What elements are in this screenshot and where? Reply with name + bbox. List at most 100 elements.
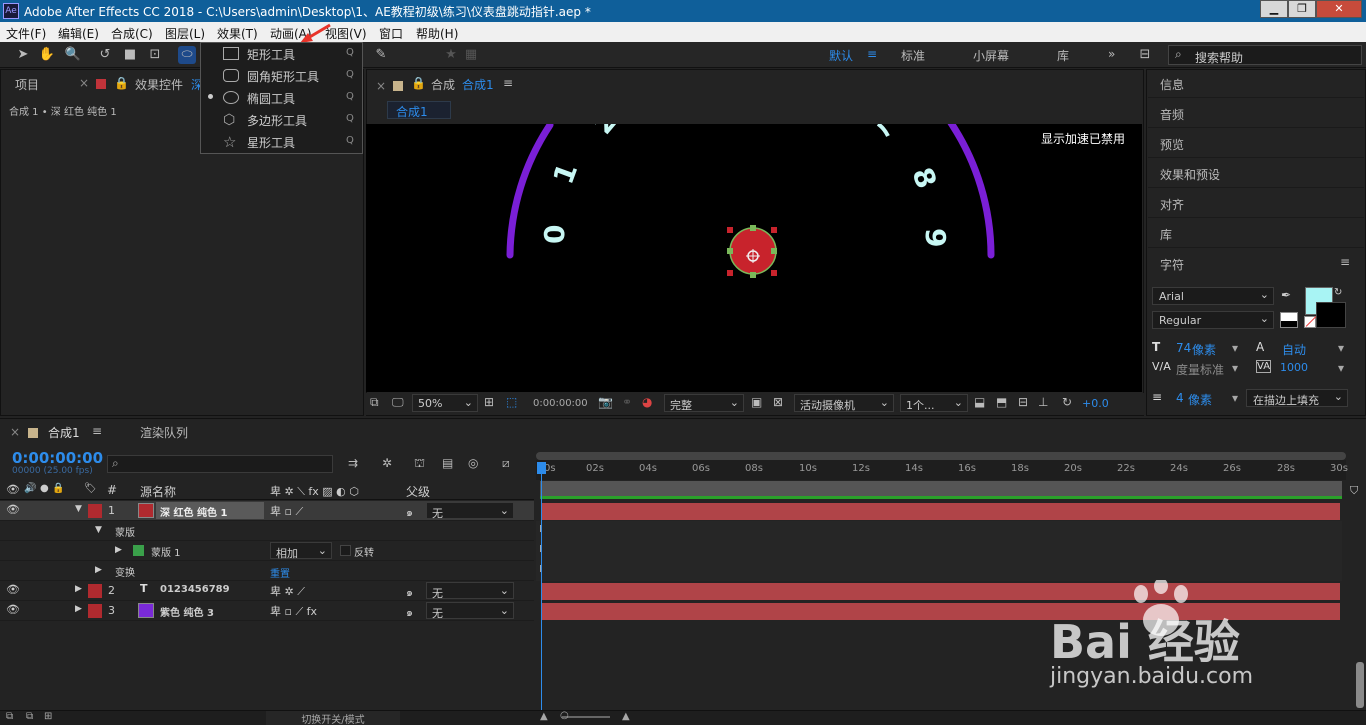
monitor-icon[interactable]: 🖵 <box>392 395 404 410</box>
mask-1-color[interactable] <box>133 545 144 556</box>
layer-3-switches-icon[interactable]: 卑 ▫ ⟋ fx <box>270 603 317 619</box>
transparency-grid-icon[interactable]: ⊠ <box>773 395 783 409</box>
color-channels-icon[interactable]: ◕ <box>642 395 652 409</box>
tab-effect-controls[interactable]: 效果控件 <box>135 76 183 93</box>
layer-row-3[interactable]: 👁 ▶ 3 紫色 纯色 3 卑 ▫ ⟋ fx ๑ 无 ⌄ <box>0 601 534 621</box>
always-preview-icon[interactable]: ⧉ <box>370 395 379 410</box>
fast-preview-icon[interactable]: ⬒ <box>996 395 1007 409</box>
tab-composition[interactable]: 合成 <box>431 76 455 93</box>
close-button[interactable]: ✕ <box>1316 0 1362 18</box>
layer-2-switches-icon[interactable]: 卑 ✲ ⟋ <box>270 583 305 599</box>
comp-breadcrumb[interactable]: 合成1 <box>387 101 451 119</box>
mask-1-row[interactable]: ▶ 蒙版 1 相加 ⌄ 反转 <box>0 541 534 561</box>
close-timeline-tab-icon[interactable]: × <box>10 425 20 439</box>
layer-3-parent-dropdown[interactable]: 无 ⌄ <box>426 602 514 620</box>
layer-1-pickwhip-icon[interactable]: ๑ <box>406 503 413 521</box>
layer-3-visibility-icon[interactable]: 👁 <box>6 603 20 616</box>
region-of-interest-icon[interactable]: ▣ <box>751 395 762 409</box>
in-out-toggle-icon[interactable]: ⊞ <box>44 711 52 722</box>
font-family-dropdown[interactable]: Arial ⌄ <box>1152 287 1274 305</box>
tab-timeline-comp[interactable]: 合成1 <box>48 424 80 441</box>
hand-tool-icon[interactable]: ✋ <box>38 46 56 64</box>
playhead-handle[interactable] <box>537 462 546 474</box>
layer-2-expand-icon[interactable]: ▶ <box>75 584 82 594</box>
timeline-search-input[interactable]: ⌕ <box>107 455 333 473</box>
transform-row[interactable]: ▶ 变换 重置 <box>0 561 534 581</box>
panel-effects-presets[interactable]: 效果和预设 <box>1148 160 1364 188</box>
zoom-dropdown[interactable]: 50% ⌄ <box>412 394 478 412</box>
rotate-tool-icon[interactable]: ↺ <box>96 46 114 64</box>
eyedropper-icon[interactable]: ✒ <box>1281 288 1291 302</box>
comp-duration-bar[interactable] <box>540 481 1342 497</box>
tab-composition-name[interactable]: 合成1 <box>462 76 494 93</box>
zoom-in-icon[interactable]: ▲ <box>622 711 630 722</box>
mask-mode-dropdown[interactable]: 相加 ⌄ <box>270 542 332 560</box>
panel-character-header[interactable]: 字符 ≡ <box>1148 250 1364 278</box>
font-style-dropdown[interactable]: Regular ⌄ <box>1152 311 1274 329</box>
camera-tool-icon[interactable]: ■ <box>121 46 139 64</box>
layer-3-pickwhip-icon[interactable]: ๑ <box>406 603 413 621</box>
timeline-menu-icon[interactable]: ≡ <box>92 424 102 438</box>
comp-mini-flowchart-icon[interactable]: ⇉ <box>348 456 358 470</box>
timeline-nav-icon[interactable]: ⛉ <box>1350 484 1358 498</box>
layer-1-collapse-icon[interactable]: ▼ <box>75 504 82 514</box>
star-snap-icon[interactable]: ★ <box>442 46 460 64</box>
grid-toggle-icon[interactable]: ⊞ <box>484 395 494 409</box>
close-tab-icon[interactable]: × <box>79 76 89 90</box>
menu-edit[interactable]: 编辑(E) <box>58 25 99 42</box>
zoom-out-icon[interactable]: ▲ <box>540 711 548 722</box>
pin-tool-icon[interactable]: ✎ <box>372 46 390 64</box>
menu-effect[interactable]: 效果(T) <box>217 25 258 42</box>
viewer-timecode[interactable]: 0:00:00:00 <box>533 398 588 409</box>
show-snapshot-icon[interactable]: ⚭ <box>622 395 632 409</box>
transform-expand-icon[interactable]: ▶ <box>95 565 102 575</box>
layer-2-pickwhip-icon[interactable]: ๑ <box>406 583 413 601</box>
work-area-bar[interactable] <box>536 452 1346 460</box>
menu-item-polygon-tool[interactable]: ⬡ 多边形工具 Q <box>201 109 362 131</box>
menu-window[interactable]: 窗口 <box>379 25 403 42</box>
layer-row-2[interactable]: 👁 ▶ 2 T 0123456789 卑 ✲ ⟋ ๑ 无 ⌄ <box>0 581 534 601</box>
graph-editor-icon[interactable]: ⧄ <box>502 456 510 471</box>
tracking-value[interactable]: 1000 <box>1280 361 1308 374</box>
toggle-switches-modes-button[interactable]: 切换开关/模式 <box>266 711 400 725</box>
mask-visibility-icon[interactable]: ⬚ <box>506 395 517 409</box>
source-name-column[interactable]: 源名称 <box>140 483 176 500</box>
timeline-zoom-slider[interactable] <box>562 716 610 718</box>
motion-blur-icon[interactable]: ◎ <box>468 456 478 470</box>
mask-group-row[interactable]: ▼ 蒙版 <box>0 521 534 541</box>
stroke-width-value[interactable]: 4 <box>1176 391 1184 405</box>
layer-1-name-box[interactable]: 深 红色 纯色 1 <box>156 502 264 519</box>
sync-settings-icon[interactable]: ⊟ <box>1136 46 1154 64</box>
toggle-pixel-aspect-icon[interactable]: ⬓ <box>974 395 985 409</box>
layer-1-visibility-icon[interactable]: 👁 <box>6 503 20 516</box>
zoom-slider-thumb-icon[interactable]: ○ <box>560 710 569 721</box>
font-size-value[interactable]: 74 <box>1176 341 1191 355</box>
layer-1-track-bar[interactable] <box>542 503 1340 520</box>
panel-info[interactable]: 信息 <box>1148 70 1364 98</box>
zoom-tool-icon[interactable]: 🔍 <box>64 46 82 64</box>
pan-behind-tool-icon[interactable]: ⊡ <box>146 46 164 64</box>
layer-1-label-color[interactable] <box>88 504 102 518</box>
workspace-small-screen[interactable]: 小屏幕 <box>973 47 1009 64</box>
layer-row-1[interactable]: 👁 ▼ 1 深 红色 纯色 1 卑 ▫ ⟋ ๑ 无 ⌄ <box>0 501 534 521</box>
kerning-value[interactable]: 度量标准 <box>1176 361 1224 378</box>
transfer-controls-toggle-icon[interactable]: ⧉ <box>26 711 33 722</box>
workspace-standard[interactable]: 标准 <box>901 47 925 64</box>
comp-lock-icon[interactable]: 🔒 <box>411 76 426 90</box>
layer-3-expand-icon[interactable]: ▶ <box>75 604 82 614</box>
menu-layer[interactable]: 图层(L) <box>165 25 205 42</box>
mask-1-name[interactable]: 蒙版 1 <box>151 544 181 559</box>
views-dropdown[interactable]: 1个... ⌄ <box>900 394 968 412</box>
layer-3-name[interactable]: 紫色 纯色 3 <box>160 604 214 619</box>
workspace-menu-icon[interactable]: ≡ <box>867 47 877 61</box>
mask-group-collapse-icon[interactable]: ▼ <box>95 525 102 535</box>
timeline-icon[interactable]: ⊟ <box>1018 395 1028 409</box>
layer-3-label-color[interactable] <box>88 604 102 618</box>
workspace-library[interactable]: 库 <box>1057 47 1069 64</box>
draft-3d-icon[interactable]: ✲ <box>382 456 392 470</box>
minimize-button[interactable]: ▁ <box>1260 0 1288 18</box>
close-comp-tab-icon[interactable]: × <box>376 79 386 93</box>
lock-icon[interactable]: 🔒 <box>114 76 129 90</box>
panel-audio[interactable]: 音频 <box>1148 100 1364 128</box>
snap-grid-icon[interactable]: ▦ <box>462 46 480 64</box>
